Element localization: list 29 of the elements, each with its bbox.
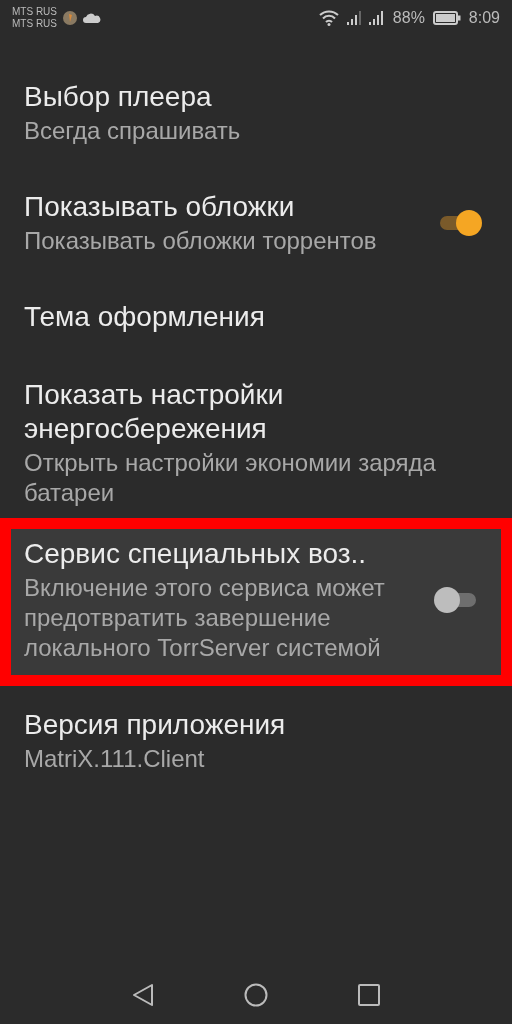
setting-row[interactable]: Версия приложения MatriX.111.Client [0,686,512,796]
recents-icon[interactable] [358,984,380,1006]
carrier-name: MTS RUS [12,18,57,30]
battery-icon [432,11,461,25]
carrier-name: MTS RUS [12,6,57,18]
signal-icon [346,11,361,25]
setting-title[interactable]: Сервис специальных воз.. [24,537,398,571]
clock: 8:09 [468,9,500,27]
setting-title[interactable]: Показать настройки энергосбережения [24,378,488,446]
sim-icon [63,11,77,25]
setting-row[interactable]: Показывать обложки Показывать обложки торрентов [0,168,512,278]
setting-row[interactable]: Тема оформления [0,278,512,356]
back-icon[interactable] [132,983,154,1007]
setting-summary: Открыть настройки экономии заряда батареи [24,448,437,508]
setting-title[interactable]: Версия приложения [24,708,488,742]
wifi-icon [318,10,339,26]
setting-title[interactable]: Показывать обложки [24,190,398,224]
cloud-icon [83,13,101,23]
setting-summary: Всегда спрашивать [24,116,242,146]
setting-summary: Включение этого сервиса может предотвратить завершение локального TorrServer системой [24,573,386,663]
signal-icon [368,11,385,25]
home-icon[interactable] [244,983,268,1007]
setting-summary: MatriX.111.Client [24,744,206,774]
setting-title[interactable]: Тема оформления [24,300,488,334]
battery-percent: 88% [392,9,425,27]
highlighted-setting-row[interactable]: Сервис специальных воз.. Включение этого сервиса может предотвратить завершение локального TorrServer системой [0,518,512,686]
setting-title[interactable]: Выбор плеера [24,80,488,114]
setting-row[interactable]: Выбор плеера Всегда спрашивать [0,58,512,168]
setting-summary: Показывать обложки торрентов [24,226,378,256]
